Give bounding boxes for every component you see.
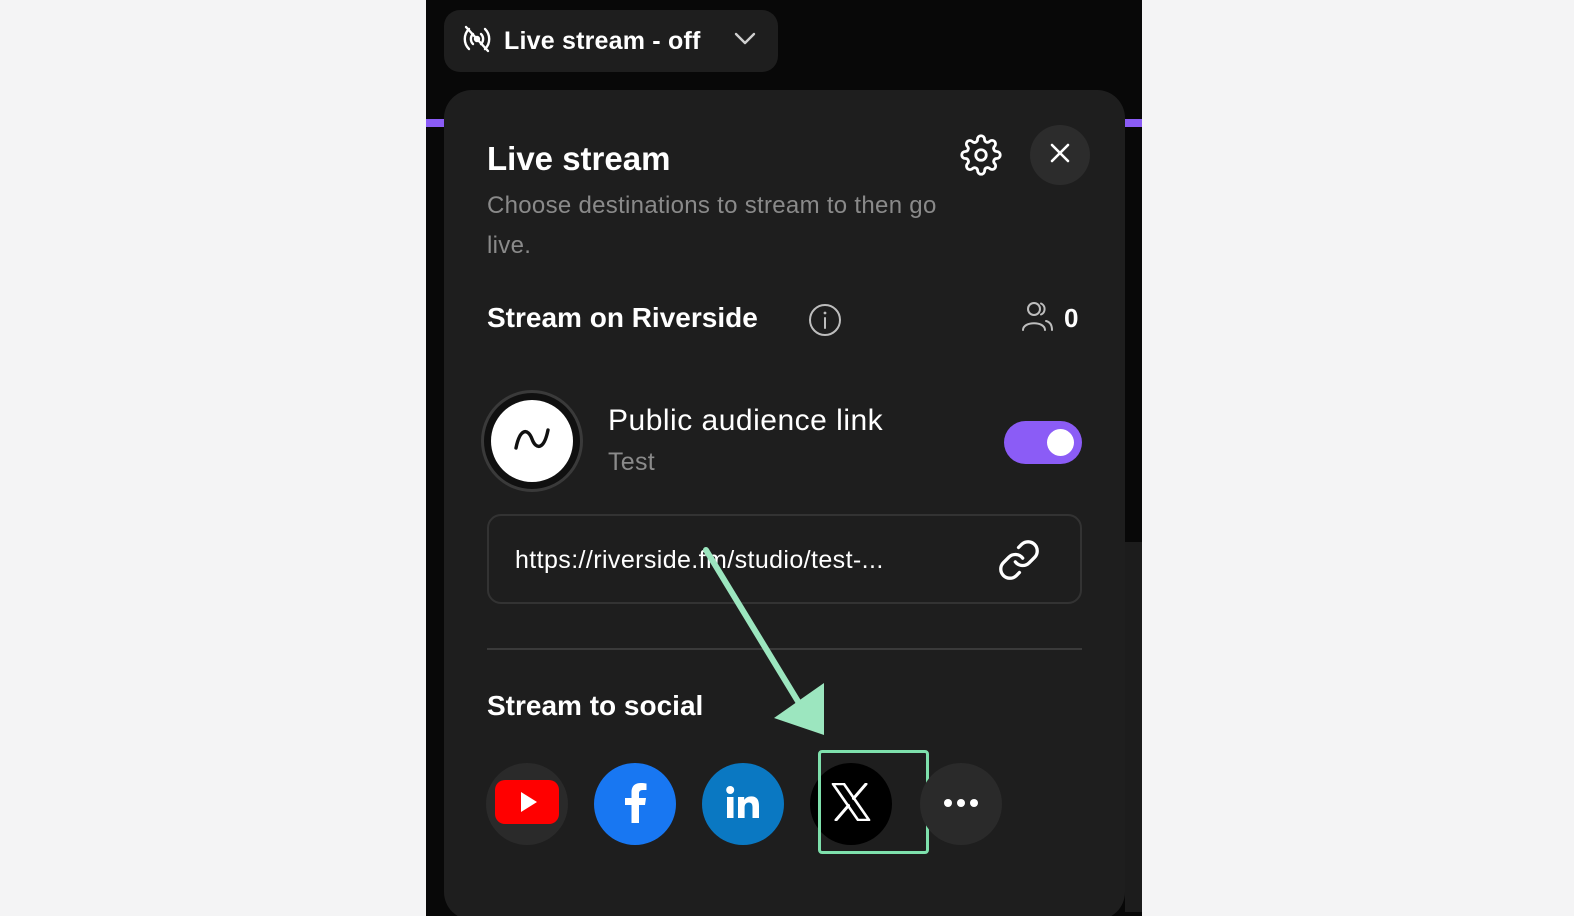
more-platforms-button[interactable] xyxy=(920,763,1002,845)
broadcast-off-icon xyxy=(460,24,494,59)
live-stream-stage: Live stream - off Live stream Choose des… xyxy=(426,0,1142,916)
more-icon xyxy=(943,795,979,813)
accent-bar-left xyxy=(426,119,444,127)
youtube-button[interactable] xyxy=(486,763,568,845)
live-stream-dropdown[interactable]: Live stream - off xyxy=(444,10,778,72)
facebook-button[interactable] xyxy=(594,763,676,845)
scrollbar[interactable] xyxy=(1125,542,1142,912)
chevron-down-icon xyxy=(734,32,756,51)
linkedin-button[interactable] xyxy=(702,763,784,845)
facebook-icon xyxy=(620,781,650,828)
live-stream-panel: Live stream Choose destinations to strea… xyxy=(444,90,1125,916)
dropdown-label: Live stream - off xyxy=(504,26,701,55)
pointer-arrow-icon xyxy=(703,547,824,735)
youtube-icon xyxy=(495,779,559,829)
accent-bar-right xyxy=(1124,119,1142,127)
linkedin-icon xyxy=(725,785,761,824)
